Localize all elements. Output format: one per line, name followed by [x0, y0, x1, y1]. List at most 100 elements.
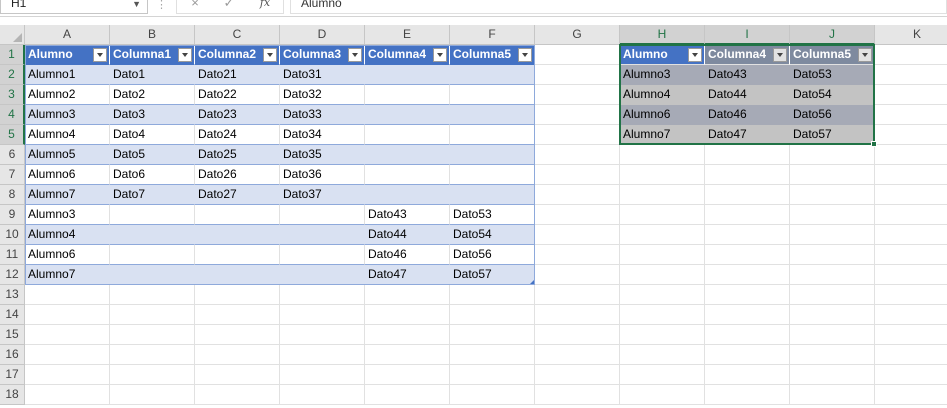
grid-cell[interactable] [790, 265, 875, 285]
fill-handle[interactable] [871, 141, 877, 147]
filter-dropdown-icon[interactable] [93, 48, 107, 62]
grid-cell[interactable] [790, 325, 875, 345]
grid-cell[interactable] [790, 345, 875, 365]
grid-cell[interactable] [110, 345, 195, 365]
table2-header-cell[interactable]: Columna4 [705, 45, 790, 65]
grid-cell[interactable] [535, 325, 620, 345]
table1-cell[interactable]: Alumno2 [25, 85, 110, 105]
filter-dropdown-icon[interactable] [433, 48, 447, 62]
grid-cell[interactable] [280, 325, 365, 345]
table1-cell[interactable] [450, 65, 535, 85]
table1-cell[interactable]: Dato2 [110, 85, 195, 105]
grid-cell[interactable] [365, 285, 450, 305]
grid-cell[interactable] [535, 85, 620, 105]
table1-cell[interactable]: Dato54 [450, 225, 535, 245]
row-header-8[interactable]: 8 [0, 185, 25, 205]
column-header-g[interactable]: G [535, 25, 620, 45]
table1-cell[interactable]: Dato27 [195, 185, 280, 205]
table1-cell[interactable] [365, 85, 450, 105]
grid-cell[interactable] [280, 285, 365, 305]
table1-cell[interactable] [280, 205, 365, 225]
table1-cell[interactable]: Alumno6 [25, 165, 110, 185]
grid-cell[interactable] [535, 225, 620, 245]
table1-cell[interactable]: Dato57 [450, 265, 535, 285]
grid-cell[interactable] [790, 145, 875, 165]
grid-cell[interactable] [705, 265, 790, 285]
table1-cell[interactable] [195, 265, 280, 285]
grid-cell[interactable] [705, 325, 790, 345]
grid-cell[interactable] [535, 145, 620, 165]
grid-cell[interactable] [705, 145, 790, 165]
table1-cell[interactable] [195, 225, 280, 245]
grid-cell[interactable] [25, 345, 110, 365]
table1-cell[interactable]: Dato36 [280, 165, 365, 185]
row-header-3[interactable]: 3 [0, 85, 25, 105]
table1-cell[interactable]: Alumno4 [25, 225, 110, 245]
table1-cell[interactable] [365, 125, 450, 145]
table1-cell[interactable]: Dato1 [110, 65, 195, 85]
filter-dropdown-icon[interactable] [263, 48, 277, 62]
table1-cell[interactable]: Alumno7 [25, 185, 110, 205]
grid-cell[interactable] [875, 265, 947, 285]
grid-cell[interactable] [875, 305, 947, 325]
grid-cell[interactable] [875, 245, 947, 265]
grid-cell[interactable] [620, 225, 705, 245]
grid-cell[interactable] [875, 285, 947, 305]
grid-cell[interactable] [365, 325, 450, 345]
column-header-a[interactable]: A [25, 25, 110, 45]
table1-cell[interactable] [195, 205, 280, 225]
grid-cell[interactable] [280, 385, 365, 405]
grid-cell[interactable] [790, 165, 875, 185]
grid-cell[interactable] [705, 165, 790, 185]
cancel-icon[interactable]: × [183, 0, 207, 13]
table1-header-cell[interactable]: Columna2 [195, 45, 280, 65]
table1-cell[interactable] [195, 245, 280, 265]
table1-cell[interactable] [110, 205, 195, 225]
table1-cell[interactable]: Dato22 [195, 85, 280, 105]
row-header-2[interactable]: 2 [0, 65, 25, 85]
table1-cell[interactable]: Dato35 [280, 145, 365, 165]
grid-cell[interactable] [110, 365, 195, 385]
table2-cell[interactable]: Dato56 [790, 105, 875, 125]
table2-cell[interactable]: Dato47 [705, 125, 790, 145]
grid-cell[interactable] [280, 305, 365, 325]
table1-cell[interactable]: Dato46 [365, 245, 450, 265]
grid-cell[interactable] [875, 325, 947, 345]
table1-cell[interactable]: Alumno4 [25, 125, 110, 145]
table1-header-cell[interactable]: Columna3 [280, 45, 365, 65]
grid-cell[interactable] [195, 305, 280, 325]
column-header-d[interactable]: D [280, 25, 365, 45]
grid-cell[interactable] [705, 305, 790, 325]
row-header-15[interactable]: 15 [0, 325, 25, 345]
table1-cell[interactable] [365, 165, 450, 185]
grid-cell[interactable] [620, 145, 705, 165]
column-header-i[interactable]: I [705, 25, 790, 45]
table1-cell[interactable]: Alumno6 [25, 245, 110, 265]
grid-cell[interactable] [705, 245, 790, 265]
row-header-7[interactable]: 7 [0, 165, 25, 185]
table1-cell[interactable]: Dato43 [365, 205, 450, 225]
table1-cell[interactable]: Dato7 [110, 185, 195, 205]
grid-cell[interactable] [195, 365, 280, 385]
formula-input[interactable]: Alumno [290, 0, 947, 14]
row-header-11[interactable]: 11 [0, 245, 25, 265]
column-header-b[interactable]: B [110, 25, 195, 45]
column-header-c[interactable]: C [195, 25, 280, 45]
table1-cell[interactable]: Dato25 [195, 145, 280, 165]
grid-cell[interactable] [535, 345, 620, 365]
table1-cell[interactable]: Dato21 [195, 65, 280, 85]
table1-cell[interactable] [365, 105, 450, 125]
filter-dropdown-icon[interactable] [518, 48, 532, 62]
grid-cell[interactable] [535, 245, 620, 265]
table1-cell[interactable]: Dato24 [195, 125, 280, 145]
grid-cell[interactable] [790, 185, 875, 205]
grid-cell[interactable] [705, 205, 790, 225]
grid-cell[interactable] [620, 245, 705, 265]
grid-cell[interactable] [535, 125, 620, 145]
row-header-13[interactable]: 13 [0, 285, 25, 305]
grid-cell[interactable] [620, 345, 705, 365]
column-header-f[interactable]: F [450, 25, 535, 45]
row-header-9[interactable]: 9 [0, 205, 25, 225]
table1-header-cell[interactable]: Columna4 [365, 45, 450, 65]
table1-cell[interactable]: Dato33 [280, 105, 365, 125]
